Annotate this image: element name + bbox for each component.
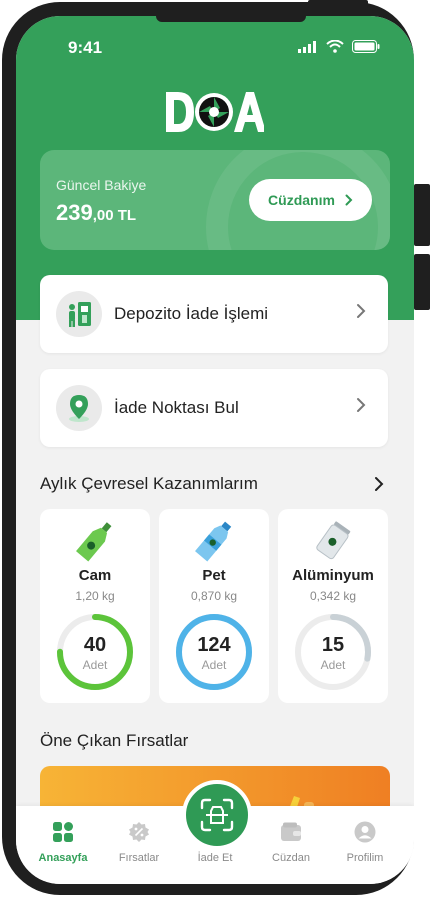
wallet-button[interactable]: Cüzdanım <box>249 179 372 221</box>
nav-label: Cüzdan <box>272 852 310 864</box>
side-button <box>308 0 368 8</box>
featured-offers-title: Öne Çıkan Fırsatlar <box>40 731 189 750</box>
nav-label: İade Et <box>197 852 233 864</box>
balance-amount-rest: ,00 TL <box>92 207 137 224</box>
glass-bottle-icon <box>76 522 112 562</box>
nav-profile[interactable]: Profilim <box>326 820 404 864</box>
nav-home[interactable]: Anasayfa <box>24 820 102 864</box>
plastic-bottle-icon <box>195 521 232 562</box>
side-button <box>414 184 430 246</box>
wallet-button-label: Cüzdanım <box>268 192 335 208</box>
deposit-return-card[interactable]: Depozito İade İşlemi <box>40 275 388 353</box>
stat-card-pet[interactable]: Pet 0,870 kg 124 Adet <box>159 509 269 703</box>
stat-unit: Adet <box>201 658 227 672</box>
stat-name: Pet <box>202 567 226 584</box>
stat-count: 124 <box>197 634 231 656</box>
balance-amount-main: 239 <box>56 200 93 225</box>
find-return-point-label: İade Noktası Bul <box>114 398 239 417</box>
stat-unit: Adet <box>320 658 346 672</box>
side-button <box>414 254 430 310</box>
status-icons <box>298 40 380 53</box>
nav-label: Profilim <box>346 852 384 864</box>
home-grid-icon <box>53 822 73 842</box>
notch <box>156 16 306 22</box>
balance-card: Güncel Bakiye 239,00 TL Cüzdanım <box>40 150 390 250</box>
discount-badge-icon <box>129 822 149 842</box>
aluminium-can-icon <box>316 521 351 560</box>
chevron-right-icon <box>345 194 353 206</box>
nav-offers[interactable]: Fırsatlar <box>100 820 178 864</box>
deposit-return-icon <box>56 291 102 337</box>
stat-weight: 1,20 kg <box>75 589 115 603</box>
chevron-right-icon[interactable] <box>374 476 384 492</box>
nav-label: Fırsatlar <box>118 852 160 864</box>
stat-name: Alüminyum <box>292 567 374 584</box>
deposit-return-label: Depozito İade İşlemi <box>114 304 269 323</box>
stat-card-glass[interactable]: Cam 1,20 kg 40 Adet <box>40 509 150 703</box>
find-return-point-card[interactable]: İade Noktası Bul <box>40 369 388 447</box>
wallet-icon <box>281 822 301 841</box>
status-time: 9:41 <box>68 38 103 57</box>
doa-logo <box>166 92 264 132</box>
battery-icon <box>352 40 380 53</box>
stat-weight: 0,870 kg <box>190 589 238 603</box>
stat-card-aluminium[interactable]: Alüminyum 0,342 kg 15 Adet <box>278 509 388 703</box>
stat-weight: 0,342 kg <box>309 589 357 603</box>
stat-count: 15 <box>321 634 345 656</box>
scan-icon <box>200 798 234 832</box>
chevron-right-icon <box>357 398 366 412</box>
balance-amount: 239,00 TL <box>56 200 136 226</box>
monthly-gains-title: Aylık Çevresel Kazanımlarım <box>40 474 258 493</box>
chevron-right-icon <box>357 304 366 318</box>
profile-icon <box>354 821 376 843</box>
return-scan-button[interactable] <box>182 780 252 850</box>
nav-label: Anasayfa <box>38 852 88 864</box>
balance-label: Güncel Bakiye <box>56 177 147 193</box>
location-pin-icon <box>56 385 102 431</box>
stat-unit: Adet <box>82 658 108 672</box>
nav-wallet[interactable]: Cüzdan <box>252 820 330 864</box>
wifi-icon <box>326 40 344 53</box>
stat-count: 40 <box>83 634 107 656</box>
stat-name: Cam <box>78 567 112 584</box>
app-screen: 9:41 Güncel Bakiye 239,00 TL Cüzdanım De… <box>16 16 414 884</box>
signal-icon <box>298 40 316 53</box>
